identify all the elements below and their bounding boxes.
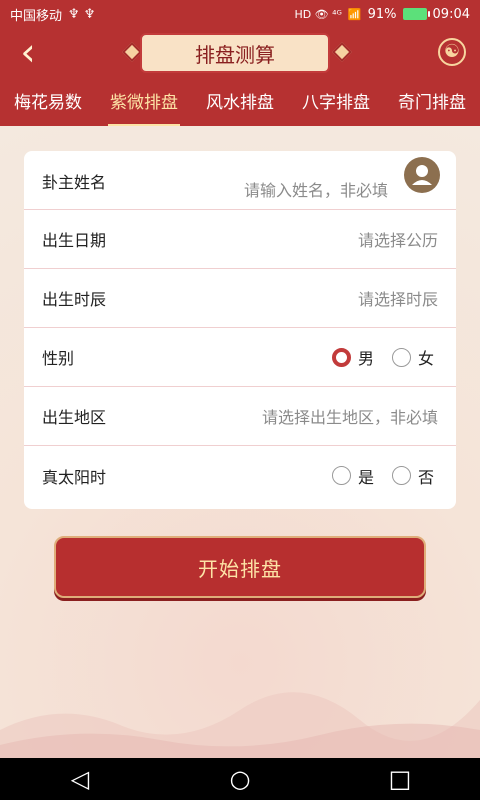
gender-female-label: 女 [417,349,434,368]
tab-bazi[interactable]: 八字排盘 [298,80,374,126]
birth-date-row[interactable]: 出生日期 请选择公历 [24,210,456,269]
birth-time-picker[interactable]: 请选择时辰 [358,286,438,310]
true-solar-no-label: 否 [417,467,434,487]
tab-qimen[interactable]: 奇门排盘 [394,80,470,126]
radio-checked-icon[interactable] [331,347,351,367]
true-solar-label: 真太阳时 [42,467,107,487]
birth-time-row[interactable]: 出生时辰 请选择时辰 [24,269,456,328]
name-input[interactable]: 请输入姓名，非必填 [244,177,388,201]
gender-female-option[interactable]: 女 [391,345,434,369]
gender-label: 性别 [42,349,75,368]
gender-radio-group: 男 女 [331,345,434,369]
birth-place-row[interactable]: 出生地区 请选择出生地区，非必填 [24,387,456,446]
true-solar-row: 真太阳时 是 否 [24,446,456,505]
carrier-label: 中国移动 [10,8,63,24]
nav-recents-icon[interactable]: □ [380,765,420,793]
birth-date-label: 出生日期 [42,231,107,250]
back-arrow-icon[interactable]: ‹ [10,33,46,74]
birth-time-label: 出生时辰 [42,290,107,309]
nav-home-icon[interactable]: ○ [220,765,260,793]
birth-date-picker[interactable]: 请选择公历 [358,227,438,251]
true-solar-radio-group: 是 否 [331,464,434,488]
gender-male-label: 男 [357,349,374,368]
form-card: 卦主姓名 请输入姓名，非必填 出生日期 请选择公历 出生时辰 请选择时辰 性别 … [24,151,456,509]
true-solar-yes-option[interactable]: 是 [331,464,374,488]
nav-back-icon[interactable]: ◁ [60,765,100,793]
status-bar: 中国移动 ♆ ♆ HD 👁 ⁴ᴳ 📶 91% 09:04 [0,0,480,28]
person-icon [412,165,432,185]
radio-unchecked-icon[interactable] [391,347,411,367]
clock: 09:04 [432,6,470,22]
start-button[interactable]: 开始排盘 [54,536,426,598]
page-title: 排盘测算 [140,33,330,73]
category-tabs: 梅花易数 紫微排盘 风水排盘 八字排盘 奇门排盘 [0,80,480,126]
birth-place-label: 出生地区 [42,408,107,427]
status-icons: HD 👁 ⁴ᴳ [294,7,342,21]
title-ornament-right [332,42,352,62]
tab-meihua[interactable]: 梅花易数 [10,80,86,126]
status-right: HD 👁 ⁴ᴳ 📶 91% 09:04 [294,7,470,22]
radio-unchecked-icon[interactable] [391,466,411,485]
name-row: 卦主姓名 请输入姓名，非必填 [24,151,456,210]
android-nav-bar: ◁ ○ □ [0,758,480,800]
radio-unchecked-icon[interactable] [331,466,351,485]
status-left: 中国移动 ♆ ♆ [10,5,95,24]
gender-row: 性别 男 女 [24,328,456,387]
birth-place-picker[interactable]: 请选择出生地区，非必填 [262,404,438,428]
header: ‹ 排盘测算 ☯ [0,28,480,80]
true-solar-yes-label: 是 [357,467,374,487]
avatar-icon[interactable] [404,157,440,193]
mountain-decoration [0,692,480,760]
battery-icon [402,8,430,20]
tab-ziwei[interactable]: 紫微排盘 [106,80,182,126]
signal-icon: 📶 [347,7,362,21]
tab-fengshui[interactable]: 风水排盘 [202,80,278,126]
true-solar-no-option[interactable]: 否 [391,464,434,488]
name-label: 卦主姓名 [42,173,107,192]
battery-percent: 91% [367,6,397,22]
gender-male-option[interactable]: 男 [331,345,374,369]
title-ornament-left [122,42,142,62]
taiji-icon[interactable]: ☯ [438,38,466,66]
usb-icon: ♆ ♆ [68,6,96,22]
